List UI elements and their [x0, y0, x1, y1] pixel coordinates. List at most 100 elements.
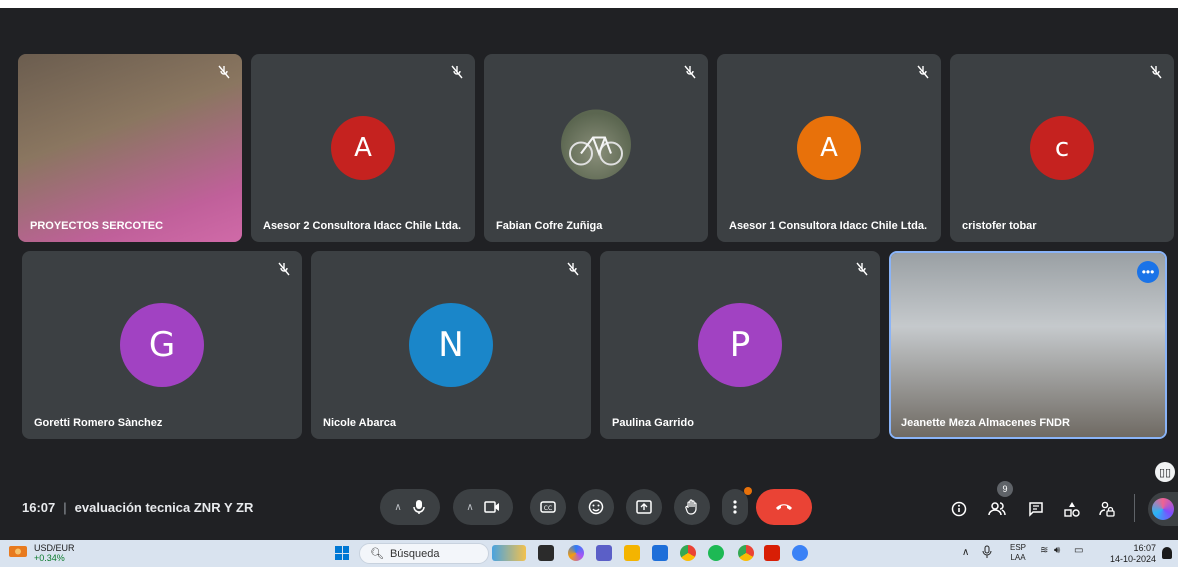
participant-name: cristofer tobar [962, 220, 1037, 232]
people-button[interactable] [986, 498, 1008, 520]
participant-tile[interactable]: A Asesor 2 Consultora Idacc Chile Ltda. [251, 54, 475, 242]
mic-off-icon [856, 262, 868, 276]
avatar: G [120, 303, 204, 387]
acrobat-icon[interactable] [764, 545, 780, 561]
more-options-icon[interactable]: ••• [1137, 261, 1159, 283]
chat-icon [1029, 502, 1043, 517]
microphone-tray-icon[interactable] [982, 545, 992, 559]
emoji-button[interactable] [578, 489, 614, 525]
participant-name: PROYECTOS SERCOTEC [30, 220, 164, 232]
participant-tile[interactable]: A Asesor 1 Consultora Idacc Chile Ltda. [717, 54, 941, 242]
battery-icon[interactable]: ▭ [1074, 545, 1083, 556]
teams-icon[interactable] [596, 545, 612, 561]
chrome-icon[interactable] [680, 545, 696, 561]
meeting-details-button[interactable] [948, 498, 970, 520]
participant-name: Paulina Garrido [612, 417, 694, 429]
meeting-time: 16:07 [22, 500, 56, 515]
language-indicator[interactable]: ESP LAA [1010, 543, 1026, 563]
present-icon [636, 500, 652, 514]
chevron-up-icon[interactable]: ∧ [394, 502, 401, 513]
end-call-icon [776, 504, 792, 510]
search-placeholder: Búsqueda [389, 547, 440, 560]
copilot-icon[interactable] [568, 545, 584, 561]
taskbar-search[interactable]: 🔍︎ Búsqueda [359, 543, 489, 564]
captions-button[interactable]: CC [530, 489, 566, 525]
mic-off-icon [684, 65, 696, 79]
mic-button[interactable]: ∧ [380, 489, 440, 525]
mic-off-icon [218, 65, 230, 79]
participant-tile-pinned[interactable]: ••• Jeanette Meza Almacenes FNDR [889, 251, 1167, 439]
avatar: P [698, 303, 782, 387]
video-feed [18, 54, 242, 242]
language-bottom: LAA [1010, 553, 1026, 562]
video-feed [891, 253, 1165, 437]
task-view-icon[interactable] [538, 545, 554, 561]
avatar: c [1030, 116, 1094, 180]
tray-chevron-icon[interactable]: ∧ [962, 547, 969, 558]
divider [1134, 494, 1135, 522]
windows-taskbar: USD/EUR +0.34% 🔍︎ Búsqueda ∧ ESP LAA ≋ 🔊… [0, 540, 1178, 567]
stock-symbol: USD/EUR [34, 543, 75, 553]
notification-bell-icon[interactable] [1162, 547, 1172, 559]
stock-change: +0.34% [34, 553, 65, 563]
more-options-button[interactable] [722, 487, 752, 525]
activities-button[interactable] [1061, 498, 1083, 520]
avatar: A [797, 116, 861, 180]
leave-call-button[interactable] [756, 489, 812, 525]
chrome-profile-icon[interactable] [738, 545, 754, 561]
windows-start-icon[interactable] [335, 546, 349, 560]
people-icon [988, 502, 1006, 516]
clock-time: 16:07 [1133, 543, 1156, 553]
raise-hand-button[interactable] [674, 489, 710, 525]
wifi-icon[interactable]: ≋ [1040, 545, 1048, 556]
participant-tile[interactable]: N Nicole Abarca [311, 251, 591, 439]
camera-button[interactable]: ∧ [453, 489, 513, 525]
whiteboard-icon[interactable] [652, 545, 668, 561]
participant-name: Asesor 2 Consultora Idacc Chile Ltda. [263, 220, 462, 232]
beach-widget-icon[interactable] [492, 545, 526, 561]
file-explorer-icon[interactable] [624, 545, 640, 561]
lock-person-icon [1099, 501, 1115, 517]
participant-tile[interactable]: c cristofer tobar [950, 54, 1174, 242]
svg-text:CC: CC [544, 505, 552, 512]
participant-tile[interactable]: PROYECTOS SERCOTEC [18, 54, 242, 242]
companion-panel-icon[interactable]: ▯▯ [1155, 462, 1175, 482]
stock-widget[interactable]: USD/EUR +0.34% [8, 543, 75, 563]
shapes-icon [1064, 502, 1080, 517]
clock-date: 14-10-2024 [1109, 554, 1156, 564]
language-top: ESP [1010, 543, 1027, 552]
raise-hand-icon [685, 499, 697, 515]
separator: | [63, 500, 67, 515]
participant-name: Jeanette Meza Almacenes FNDR [901, 417, 1070, 429]
participant-name: Goretti Romero Sànchez [34, 417, 163, 429]
participant-tile[interactable]: G Goretti Romero Sànchez [22, 251, 302, 439]
gemini-icon [1152, 498, 1174, 520]
taskbar-clock[interactable]: 16:07 14-10-2024 [1110, 543, 1156, 565]
volume-icon[interactable]: 🔊︎ [1054, 545, 1060, 556]
spotify-icon[interactable] [708, 545, 724, 561]
meeting-title: evaluación tecnica ZNR Y ZR [74, 500, 254, 515]
mic-off-icon [451, 65, 463, 79]
participant-name: Asesor 1 Consultora Idacc Chile Ltda. [729, 220, 928, 232]
present-button[interactable] [626, 489, 662, 525]
chevron-up-icon[interactable]: ∧ [466, 502, 473, 513]
emoji-icon [588, 499, 604, 515]
info-icon [951, 501, 967, 517]
top-strip [0, 0, 1178, 8]
participant-tile[interactable]: Fabian Cofre Zuñiga [484, 54, 708, 242]
currency-icon [9, 546, 27, 557]
notification-dot [744, 487, 752, 495]
avatar: A [331, 116, 395, 180]
mic-off-icon [567, 262, 579, 276]
host-controls-button[interactable] [1096, 498, 1118, 520]
participant-tile[interactable]: P Paulina Garrido [600, 251, 880, 439]
camera-icon [483, 501, 499, 513]
captions-icon: CC [540, 501, 556, 513]
app-icon[interactable] [792, 545, 808, 561]
mic-off-icon [278, 262, 290, 276]
participant-name: Fabian Cofre Zuñiga [496, 220, 603, 232]
chat-button[interactable] [1025, 498, 1047, 520]
more-vert-icon [733, 500, 737, 514]
gemini-button[interactable] [1148, 492, 1178, 526]
microphone-icon [412, 500, 425, 514]
